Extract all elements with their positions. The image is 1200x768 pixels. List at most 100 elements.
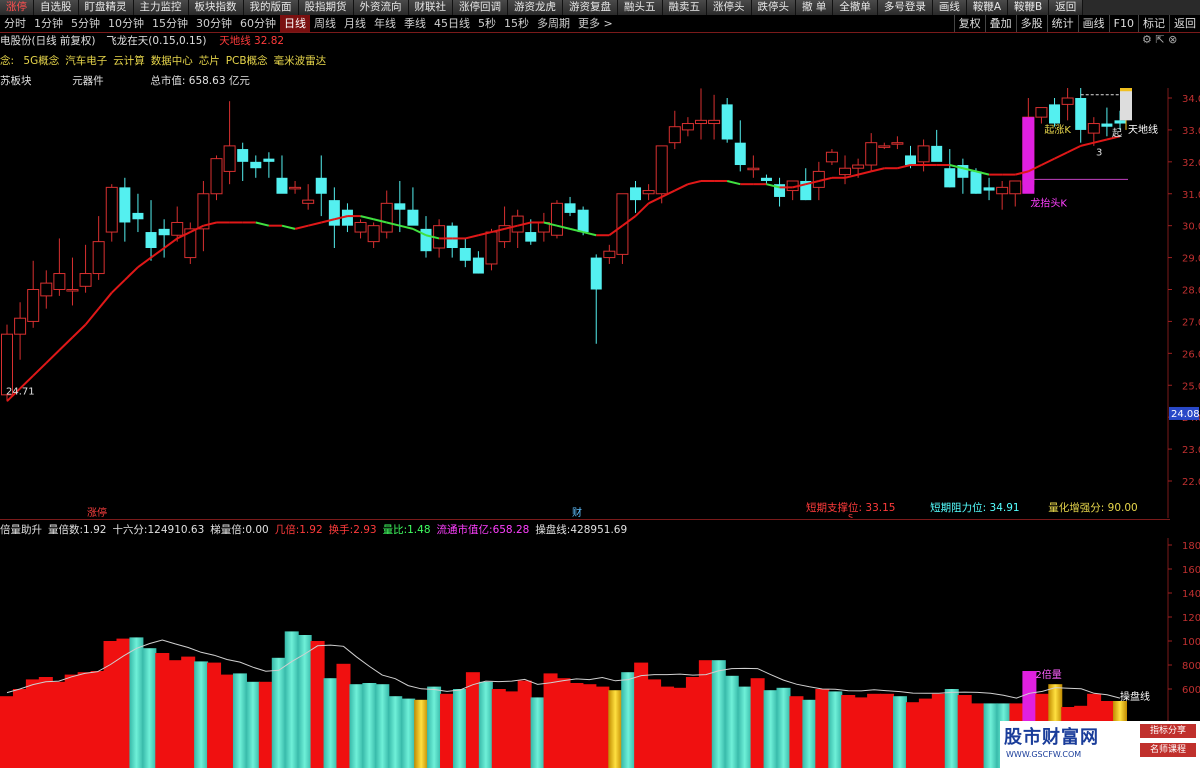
chart-header: 电股份(日线 前复权) 飞龙在天(0.15,0.15) 天地线 32.82 bbox=[0, 33, 284, 48]
price-tick-label: 32.0 bbox=[1182, 158, 1200, 169]
volume-bar bbox=[880, 693, 895, 768]
ma-segment bbox=[360, 215, 374, 221]
toolbar-button[interactable]: 游资龙虎 bbox=[508, 0, 563, 15]
ma-segment bbox=[726, 180, 741, 186]
close-icon[interactable]: ⊗ bbox=[1168, 33, 1177, 46]
toolbar-button[interactable]: 盯盘精灵 bbox=[78, 0, 134, 15]
right-tool-button[interactable]: 统计 bbox=[1046, 15, 1078, 32]
volume-bar bbox=[427, 686, 442, 768]
period-tab[interactable]: 15秒 bbox=[500, 15, 533, 32]
candle bbox=[1061, 88, 1074, 121]
price-chart[interactable]: 34.0 33.0 32.0 31.0 30.0 29.0 28.0 27.0 26.0 25.0… bbox=[0, 88, 1200, 518]
toolbar-button[interactable]: 融头五 bbox=[618, 0, 663, 15]
candle bbox=[1049, 98, 1061, 127]
window-controls[interactable]: ⚙ ⇱ ⊗ bbox=[1142, 33, 1177, 46]
toolbar-button[interactable]: 财联社 bbox=[408, 0, 453, 15]
period-tab[interactable]: 季线 bbox=[400, 15, 430, 32]
volume-bar bbox=[232, 673, 247, 768]
toolbar-button[interactable]: 涨停回调 bbox=[453, 0, 508, 15]
toolbar-button[interactable]: 返回 bbox=[1049, 0, 1084, 15]
candle bbox=[708, 94, 721, 140]
period-tab[interactable]: 分时 bbox=[0, 15, 30, 32]
toolbar-button[interactable]: 涨停 bbox=[0, 0, 34, 15]
ma-segment bbox=[71, 323, 87, 339]
toolbar-button[interactable]: 跌停头 bbox=[751, 0, 796, 15]
volume-bar bbox=[750, 678, 765, 768]
toolbar-button[interactable]: 鞍鞭A bbox=[966, 0, 1009, 15]
toolbar-button[interactable]: 全撤单 bbox=[833, 0, 878, 15]
volume-tick-label: 600 bbox=[1182, 685, 1200, 696]
period-tab[interactable]: 30分钟 bbox=[192, 15, 236, 32]
period-tab[interactable]: 15分钟 bbox=[148, 15, 192, 32]
concept-tag[interactable]: PCB概念 bbox=[226, 55, 268, 67]
candle bbox=[210, 155, 223, 201]
volume-bar bbox=[621, 672, 636, 768]
toolbar-button[interactable]: 多号登录 bbox=[877, 0, 933, 15]
toolbar-button[interactable]: 涨停头 bbox=[707, 0, 752, 15]
toolbar-button[interactable]: 股指期货 bbox=[298, 0, 354, 15]
concept-tag[interactable]: 毫米波雷达 bbox=[274, 55, 327, 67]
volume-bar bbox=[763, 690, 778, 768]
right-tool-button[interactable]: 多股 bbox=[1015, 15, 1047, 32]
concept-tag[interactable]: 芯片 bbox=[199, 55, 220, 67]
volume-legend-item: 量比:1.48 bbox=[383, 524, 431, 536]
candle bbox=[878, 142, 891, 150]
period-tab[interactable]: 5分钟 bbox=[67, 15, 104, 32]
course-button[interactable]: 名师课程 bbox=[1140, 743, 1196, 757]
period-tab[interactable]: 10分钟 bbox=[104, 15, 148, 32]
volume-bar bbox=[776, 687, 791, 768]
candle bbox=[132, 193, 144, 233]
concept-tag[interactable]: 云计算 bbox=[113, 55, 145, 67]
period-tab[interactable]: 日线 bbox=[280, 15, 310, 32]
legend-label: 流通市值亿: bbox=[436, 524, 493, 536]
toolbar-button[interactable]: 板块指数 bbox=[188, 0, 244, 15]
ma-segment bbox=[150, 247, 165, 259]
candle bbox=[957, 158, 969, 194]
period-tab[interactable]: 多周期 bbox=[533, 15, 574, 32]
info-row: 苏板块 元器件 总市值: 658.63 亿元 bbox=[0, 73, 250, 88]
volume-bar bbox=[828, 691, 843, 768]
toolbar-button[interactable]: 撤 单 bbox=[796, 0, 834, 15]
toolbar-button[interactable]: 融卖五 bbox=[662, 0, 707, 15]
period-tab[interactable]: 更多 > bbox=[574, 15, 617, 32]
volume-tick-label: 1000 bbox=[1182, 637, 1200, 648]
toolbar-button[interactable]: 外资流向 bbox=[353, 0, 409, 15]
right-tool-button[interactable]: 返回 bbox=[1169, 15, 1200, 32]
price-annotation: 24.71 bbox=[6, 387, 35, 398]
toolbar-button[interactable]: 自选股 bbox=[34, 0, 79, 15]
concept-tag[interactable]: 5G概念 bbox=[23, 55, 59, 67]
summary-row: 短期支撑位: 33.15 短期阻力位: 34.91 量化增强分: 90.00 bbox=[806, 500, 1138, 515]
share-button[interactable]: 指标分享 bbox=[1140, 724, 1196, 738]
top-toolbar: 涨停 自选股 盯盘精灵 主力监控 板块指数 我的版面 股指期货 外资流向 财联社 涨停回调 游资龙虎… bbox=[0, 0, 1200, 16]
period-tab[interactable]: 45日线 bbox=[430, 15, 474, 32]
right-tool-button[interactable]: 复权 bbox=[953, 15, 985, 32]
toolbar-button[interactable]: 鞍鞭B bbox=[1008, 0, 1050, 15]
finance-marker: 财 bbox=[572, 506, 582, 518]
maximize-icon[interactable]: ⇱ bbox=[1155, 33, 1164, 46]
right-tool-button[interactable]: F10 bbox=[1108, 15, 1138, 32]
candle bbox=[289, 180, 302, 194]
volume-bar bbox=[258, 681, 273, 768]
settings-icon[interactable]: ⚙ bbox=[1142, 33, 1152, 46]
volume-bar bbox=[672, 687, 687, 768]
toolbar-button[interactable]: 主力监控 bbox=[133, 0, 189, 15]
right-tool-button[interactable]: 标记 bbox=[1138, 15, 1169, 32]
right-tool-button[interactable]: 叠加 bbox=[984, 15, 1016, 32]
period-tab[interactable]: 年线 bbox=[370, 15, 400, 32]
concept-label: 念: bbox=[0, 55, 15, 67]
toolbar-button[interactable]: 游资复盘 bbox=[563, 0, 618, 15]
right-tool-button[interactable]: 画线 bbox=[1077, 15, 1109, 32]
volume-bar bbox=[310, 641, 325, 768]
toolbar-button[interactable]: 画线 bbox=[932, 0, 967, 15]
period-tab[interactable]: 周线 bbox=[310, 15, 340, 32]
dragon-candle bbox=[1022, 117, 1035, 194]
concept-tag[interactable]: 数据中心 bbox=[151, 55, 193, 67]
concept-tag[interactable]: 汽车电子 bbox=[65, 55, 107, 67]
period-tab[interactable]: 月线 bbox=[340, 15, 370, 32]
toolbar-button[interactable]: 我的版面 bbox=[243, 0, 299, 15]
period-tab[interactable]: 5秒 bbox=[474, 15, 500, 32]
period-tab[interactable]: 1分钟 bbox=[30, 15, 67, 32]
ma-segment bbox=[1040, 157, 1055, 166]
volume-bar bbox=[375, 684, 390, 768]
period-tab[interactable]: 60分钟 bbox=[236, 15, 280, 32]
